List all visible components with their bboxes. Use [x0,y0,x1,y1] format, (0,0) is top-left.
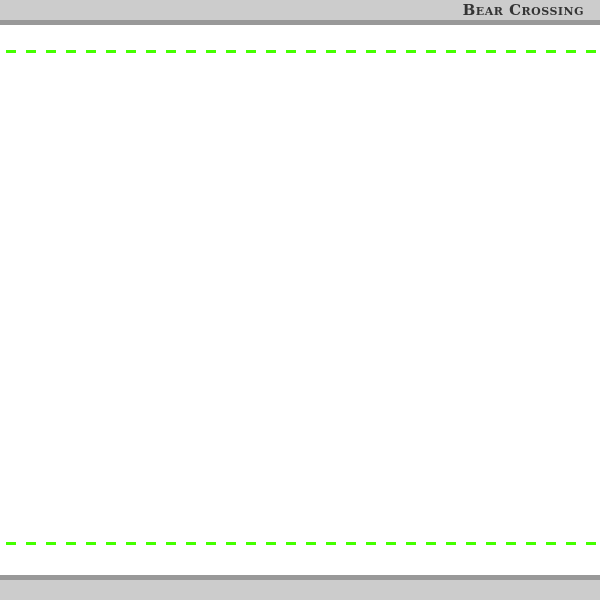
top-bar: Bear Crossing [0,0,600,25]
game-title: Bear Crossing [462,1,584,19]
bottom-bar [0,575,600,600]
bottom-lane-line [6,542,600,545]
top-lane-line [6,50,600,53]
